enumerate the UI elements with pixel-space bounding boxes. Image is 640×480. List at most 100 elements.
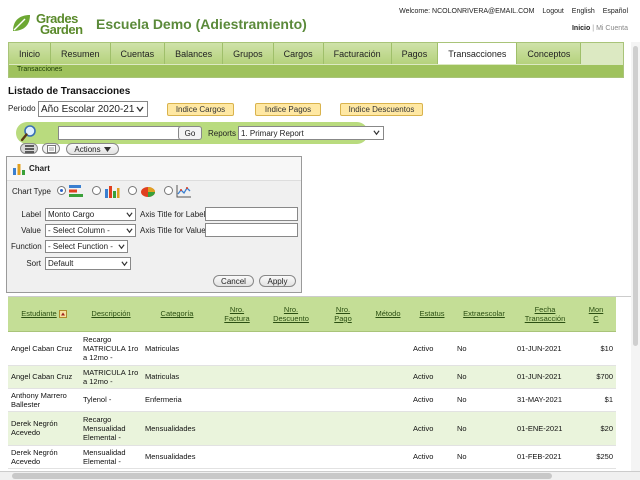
- grades-garden-logo[interactable]: Grades Garden: [10, 10, 92, 37]
- logout-link[interactable]: Logout: [542, 8, 563, 15]
- column-header-text: Categoría: [160, 309, 194, 319]
- logo-text-line2: Garden: [40, 22, 83, 37]
- table-cell: [366, 365, 410, 389]
- tab-resumen[interactable]: Resumen: [51, 43, 111, 64]
- tab-transacciones[interactable]: Transacciones: [438, 43, 518, 64]
- column-header-5[interactable]: Nro. Pago: [320, 297, 366, 332]
- column-header-text: Nro.: [229, 304, 245, 314]
- column-header-4[interactable]: Nro. Descuento: [262, 297, 320, 332]
- tab-cuentas[interactable]: Cuentas: [110, 43, 166, 64]
- tab-cargos[interactable]: Cargos: [273, 43, 324, 64]
- indice-descuentos-button[interactable]: Indice Descuentos: [340, 103, 423, 116]
- tab-pagos[interactable]: Pagos: [391, 43, 439, 64]
- table-cell: [212, 388, 262, 412]
- vertical-scroll-thumb[interactable]: [633, 46, 638, 346]
- sub-navigation: Transacciones: [9, 65, 623, 77]
- column-header-7[interactable]: Estatus: [410, 297, 454, 332]
- column-header-2[interactable]: Categoría: [142, 297, 212, 332]
- table-cell: $250: [576, 445, 616, 469]
- table-cell: Recargo Mensualidad Elemental -: [80, 411, 142, 446]
- table-body: Angel Caban Cruz Recargo MATRICULA 1ro a …: [8, 331, 616, 469]
- inicio-link[interactable]: Inicio: [572, 25, 590, 32]
- search-icon[interactable]: [20, 124, 38, 142]
- table-row[interactable]: Angel Caban Cruz Recargo MATRICULA 1ro a …: [8, 331, 616, 366]
- table-cell: [262, 445, 320, 469]
- report-view-button[interactable]: [20, 143, 38, 154]
- vertical-scrollbar[interactable]: [631, 42, 640, 472]
- table-cell: 31-MAY-2021: [514, 388, 576, 412]
- chevron-down-icon: [126, 228, 133, 234]
- table-cell: Matriculas: [142, 365, 212, 389]
- column-header-text: Nro.: [283, 304, 299, 314]
- column-header-text: Mon: [588, 304, 604, 314]
- column-header-8[interactable]: Extraescolar: [454, 297, 514, 332]
- tab-conceptos[interactable]: Conceptos: [517, 43, 582, 64]
- table-cell: [262, 331, 320, 366]
- table-cell: Tylenol -: [80, 388, 142, 412]
- column-header-text: Extraescolar: [463, 309, 505, 319]
- indice-pagos-button[interactable]: Indice Pagos: [255, 103, 321, 116]
- tab-inicio[interactable]: Inicio: [9, 43, 52, 64]
- column-header-1[interactable]: Descripción: [80, 297, 142, 332]
- page-title: Listado de Transacciones: [8, 86, 131, 97]
- cancel-button[interactable]: Cancel: [213, 275, 254, 287]
- table-cell: [212, 411, 262, 446]
- column-header-9[interactable]: Fecha Transacción: [514, 297, 576, 332]
- table-cell: [366, 411, 410, 446]
- table-cell: Derek Negrón Acevedo: [8, 445, 80, 469]
- indice-cargos-button[interactable]: Indice Cargos: [167, 103, 234, 116]
- function-select[interactable]: - Select Function -: [45, 240, 128, 253]
- detail-view-button[interactable]: [42, 143, 60, 154]
- value-select[interactable]: - Select Column -: [45, 224, 136, 237]
- axis-title-label-input[interactable]: [205, 207, 298, 221]
- mi-cuenta-link[interactable]: Mi Cuenta: [596, 25, 628, 32]
- table-row[interactable]: Derek Negrón Acevedo Mensualidad Elementa…: [8, 445, 616, 469]
- sort-select[interactable]: Default: [45, 257, 131, 270]
- table-cell: $20: [576, 411, 616, 446]
- horizontal-scroll-thumb[interactable]: [12, 473, 552, 479]
- chart-icon: [13, 164, 25, 175]
- table-cell: [320, 365, 366, 389]
- table-row[interactable]: Anthony Marrero Ballester Tylenol - Enferm…: [8, 388, 616, 412]
- table-cell: 01-JUN-2021: [514, 365, 576, 389]
- column-header-3[interactable]: Nro. Factura: [212, 297, 262, 332]
- caret-down-icon: [103, 146, 111, 152]
- label-field-label: Label: [21, 210, 41, 219]
- table-cell: $1: [576, 388, 616, 412]
- tab-grupos[interactable]: Grupos: [223, 43, 274, 64]
- english-link[interactable]: English: [572, 8, 595, 15]
- chart-type-line-radio[interactable]: [164, 186, 173, 195]
- chart-type-pie-radio[interactable]: [128, 186, 137, 195]
- go-button[interactable]: Go: [178, 126, 202, 140]
- actions-button[interactable]: Actions: [66, 143, 119, 155]
- sub-nav-transacciones[interactable]: Transacciones: [17, 66, 62, 73]
- table-cell: Derek Negrón Acevedo: [8, 411, 80, 446]
- sort-ascending-icon[interactable]: [58, 310, 67, 319]
- table-cell: [320, 411, 366, 446]
- table-row[interactable]: Angel Caban Cruz MATRICULA 1ro a 12mo - Ma…: [8, 365, 616, 389]
- search-input[interactable]: [58, 126, 190, 140]
- account-links: Inicio | Mi Cuenta: [572, 25, 628, 32]
- chart-type-hbar-radio[interactable]: [57, 186, 66, 195]
- column-header-6[interactable]: Método: [366, 297, 410, 332]
- reports-select[interactable]: 1. Primary Report: [238, 126, 384, 140]
- sort-field-label: Sort: [26, 259, 41, 268]
- column-header-0[interactable]: Estudiante: [8, 297, 80, 332]
- column-header-text: Pago: [334, 313, 352, 323]
- periodo-select[interactable]: Año Escolar 2020-21: [38, 101, 148, 117]
- column-header-10[interactable]: Mon C: [576, 297, 616, 332]
- table-cell: Activo: [410, 411, 454, 446]
- top-links: Welcome: NCOLONRIVERA@EMAIL.COM Logout E…: [399, 8, 628, 15]
- chart-type-vbar-radio[interactable]: [92, 186, 101, 195]
- horizontal-scrollbar[interactable]: [0, 471, 640, 480]
- link-separator: |: [592, 25, 595, 32]
- table-cell: Mensualidad Elemental -: [80, 445, 142, 469]
- apply-button[interactable]: Apply: [259, 275, 296, 287]
- tab-facturacion[interactable]: Facturación: [323, 43, 392, 64]
- column-header-text: Estudiante: [21, 309, 57, 319]
- espanol-link[interactable]: Español: [603, 8, 628, 15]
- table-row[interactable]: Derek Negrón Acevedo Recargo Mensualidad …: [8, 411, 616, 446]
- axis-title-value-input[interactable]: [205, 223, 298, 237]
- tab-balances[interactable]: Balances: [165, 43, 224, 64]
- label-select[interactable]: Monto Cargo: [45, 208, 136, 221]
